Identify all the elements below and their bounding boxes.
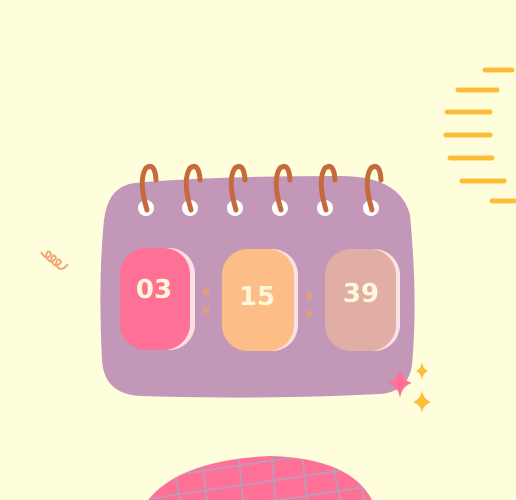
squiggle-decoration <box>40 250 69 270</box>
hours-display: 03 <box>135 275 173 305</box>
pink-grid-blob <box>148 456 372 500</box>
minutes-display: 15 <box>238 282 276 312</box>
illustration <box>40 67 516 500</box>
seconds-display: 39 <box>342 279 380 309</box>
speed-lines-decoration <box>443 67 516 204</box>
